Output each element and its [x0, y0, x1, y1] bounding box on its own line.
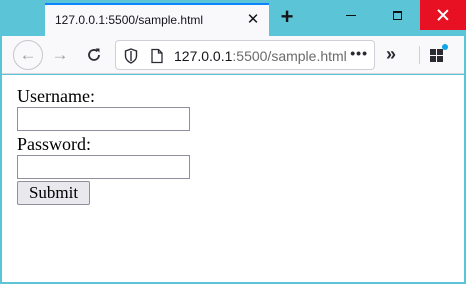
back-arrow-icon[interactable]: ←: [13, 40, 43, 70]
minimize-icon: [346, 14, 356, 16]
forward-arrow-icon[interactable]: →: [45, 40, 75, 70]
tab-active[interactable]: 127.0.0.1:5500/sample.html ✕: [45, 3, 269, 36]
page-icon[interactable]: [150, 48, 164, 64]
more-dots-icon[interactable]: •••: [350, 45, 368, 61]
tab-title: 127.0.0.1:5500/sample.html: [55, 13, 204, 27]
reload-icon[interactable]: [79, 40, 109, 70]
username-field[interactable]: [17, 107, 190, 131]
browser-window: 127.0.0.1:5500/sample.html ✕ + ← → 127.0…: [0, 0, 466, 284]
chevron-double-right-icon[interactable]: »: [386, 44, 396, 64]
url-text[interactable]: 127.0.0.1:5500/sample.html: [174, 48, 347, 64]
extensions-icon[interactable]: [430, 44, 448, 62]
address-bar[interactable]: 127.0.0.1:5500/sample.html •••: [115, 40, 375, 70]
login-form: Username: Password: Submit: [17, 85, 190, 205]
close-window-button[interactable]: [420, 0, 466, 30]
shield-icon[interactable]: [124, 48, 138, 64]
password-label: Password:: [17, 134, 92, 154]
submit-button[interactable]: Submit: [17, 181, 90, 205]
url-host: 127.0.0.1: [174, 48, 233, 64]
new-tab-plus-icon[interactable]: +: [276, 6, 298, 28]
toolbar-separator: [419, 46, 420, 64]
maximize-button[interactable]: [374, 0, 420, 30]
username-label: Username:: [17, 86, 95, 106]
url-path: :5500/sample.html: [232, 48, 347, 64]
tab-strip: 127.0.0.1:5500/sample.html ✕ +: [0, 0, 466, 36]
close-icon: [437, 9, 449, 21]
navigation-toolbar: ← → 127.0.0.1:5500/sample.html ••• »: [2, 36, 464, 74]
password-field[interactable]: [17, 155, 190, 179]
page-content: Username: Password: Submit: [2, 75, 464, 282]
tab-close-icon[interactable]: ✕: [245, 12, 261, 28]
minimize-button[interactable]: [328, 0, 374, 30]
maximize-icon: [392, 10, 402, 20]
